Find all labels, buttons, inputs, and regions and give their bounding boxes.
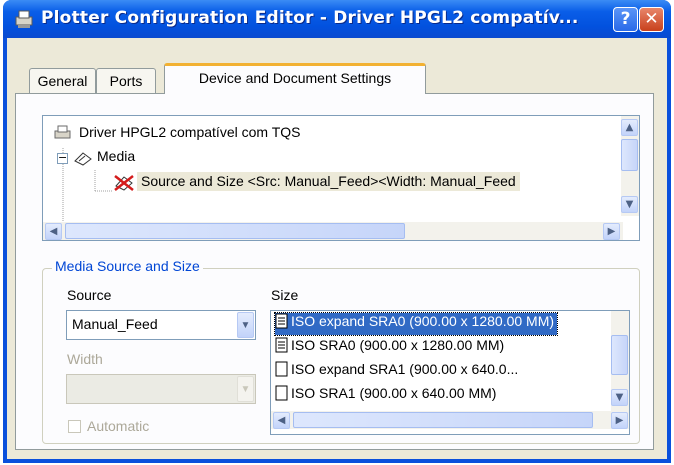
plotter-tree-icon: [54, 125, 71, 139]
size-scroll-left-icon[interactable]: ◀: [273, 412, 290, 429]
source-label: Source: [67, 287, 112, 303]
document-icon: [275, 313, 288, 329]
tree-horizontal-scrollbar[interactable]: ◀ ▶: [43, 222, 623, 240]
size-option-label: ISO expand SRA0 (900.00 x 1280.00 MM): [291, 313, 555, 329]
size-listbox[interactable]: ISO expand SRA0 (900.00 x 1280.00 MM) IS…: [270, 310, 630, 435]
scroll-up-icon[interactable]: ▲: [621, 119, 638, 136]
plotter-icon: [15, 10, 33, 28]
scroll-thumb[interactable]: [621, 139, 638, 171]
list-item[interactable]: ISO SRA0 (900.00 x 1280.00 MM): [275, 337, 504, 359]
size-label: Size: [271, 287, 299, 303]
chevron-down-icon[interactable]: ▼: [237, 312, 254, 338]
group-title: Media Source and Size: [52, 258, 203, 274]
size-scroll-down-icon[interactable]: ▼: [611, 389, 628, 406]
tree-vertical-scrollbar[interactable]: ▲ ▼: [621, 116, 639, 216]
tree-item-source-and-size[interactable]: Source and Size <Src: Manual_Feed><Width…: [137, 172, 520, 191]
page-icon: [275, 361, 288, 377]
window-title: Plotter Configuration Editor - Driver HP…: [41, 8, 579, 28]
title-bar[interactable]: Plotter Configuration Editor - Driver HP…: [3, 0, 671, 38]
width-chevron-down-icon[interactable]: ▼: [237, 376, 254, 402]
size-scroll-right-icon[interactable]: ▶: [611, 412, 628, 429]
tree-item-media[interactable]: Media: [97, 148, 135, 164]
tab-device-and-document-settings[interactable]: Device and Document Settings: [164, 63, 426, 94]
automatic-label: Automatic: [87, 418, 150, 434]
collapse-toggle-icon[interactable]: −: [57, 152, 68, 164]
tab-ports[interactable]: Ports: [96, 68, 156, 94]
source-dropdown[interactable]: Manual_Feed ▼: [66, 310, 256, 340]
list-item[interactable]: ISO expand SRA0 (900.00 x 1280.00 MM): [273, 312, 559, 336]
source-value: Manual_Feed: [72, 316, 158, 332]
tab-general[interactable]: General: [29, 68, 96, 94]
scroll-left-icon[interactable]: ◀: [45, 223, 62, 240]
scroll-right-icon[interactable]: ▶: [603, 223, 620, 240]
size-horizontal-scrollbar[interactable]: ◀ ▶: [271, 411, 629, 429]
size-h-scroll-thumb[interactable]: [293, 412, 593, 428]
size-vertical-scrollbar[interactable]: ▼: [611, 311, 629, 411]
list-item[interactable]: ISO SRA1 (900.00 x 640.00 MM): [275, 385, 496, 407]
page-icon: [275, 385, 288, 401]
size-scroll-thumb[interactable]: [611, 335, 628, 375]
tree-item-driver[interactable]: Driver HPGL2 compatível com TQS: [79, 124, 300, 140]
size-option-label: ISO expand SRA1 (900.00 x 640.0...: [291, 361, 519, 377]
width-dropdown[interactable]: ▼: [66, 374, 256, 404]
media-icon: [74, 152, 92, 166]
media-source-icon: [114, 175, 134, 191]
help-button[interactable]: ?: [613, 7, 638, 32]
automatic-checkbox[interactable]: [68, 420, 81, 433]
size-option-label: ISO SRA1 (900.00 x 640.00 MM): [291, 385, 497, 401]
close-button[interactable]: ✕: [639, 7, 664, 32]
size-option-label: ISO SRA0 (900.00 x 1280.00 MM): [291, 337, 505, 353]
h-scroll-thumb[interactable]: [65, 223, 405, 239]
document-icon: [275, 337, 288, 353]
scroll-down-icon[interactable]: ▼: [621, 196, 638, 213]
width-label: Width: [67, 351, 103, 367]
list-item[interactable]: ISO expand SRA1 (900.00 x 640.0...: [275, 361, 518, 383]
settings-tree[interactable]: Driver HPGL2 compatível com TQS − Media …: [42, 115, 640, 241]
